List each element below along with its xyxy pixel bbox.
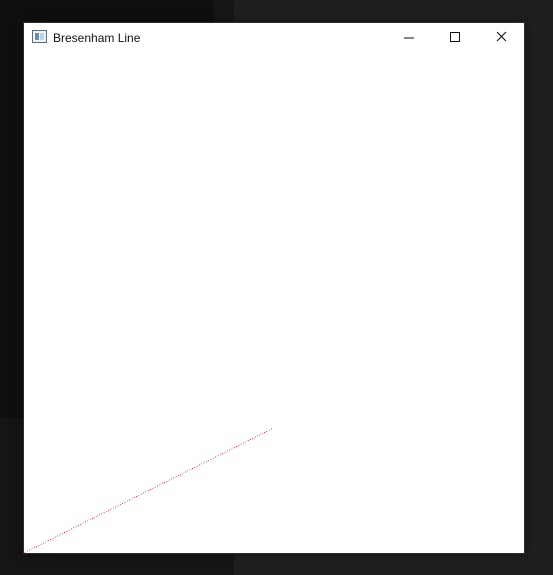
app-window-icon — [32, 30, 47, 43]
close-button[interactable] — [478, 23, 524, 53]
minimize-icon — [404, 37, 414, 39]
maximize-button[interactable] — [432, 23, 478, 53]
close-icon — [496, 31, 507, 42]
maximize-icon — [450, 32, 460, 42]
bresenham-line-window: Bresenham Line — [24, 23, 524, 553]
drawing-canvas[interactable] — [24, 53, 524, 553]
minimize-button[interactable] — [386, 23, 432, 53]
window-title: Bresenham Line — [53, 31, 141, 45]
drawing-surface — [24, 428, 273, 553]
desktop-background: Bresenham Line — [0, 0, 553, 575]
bresenham-line — [24, 428, 273, 553]
window-titlebar[interactable]: Bresenham Line — [24, 23, 524, 53]
